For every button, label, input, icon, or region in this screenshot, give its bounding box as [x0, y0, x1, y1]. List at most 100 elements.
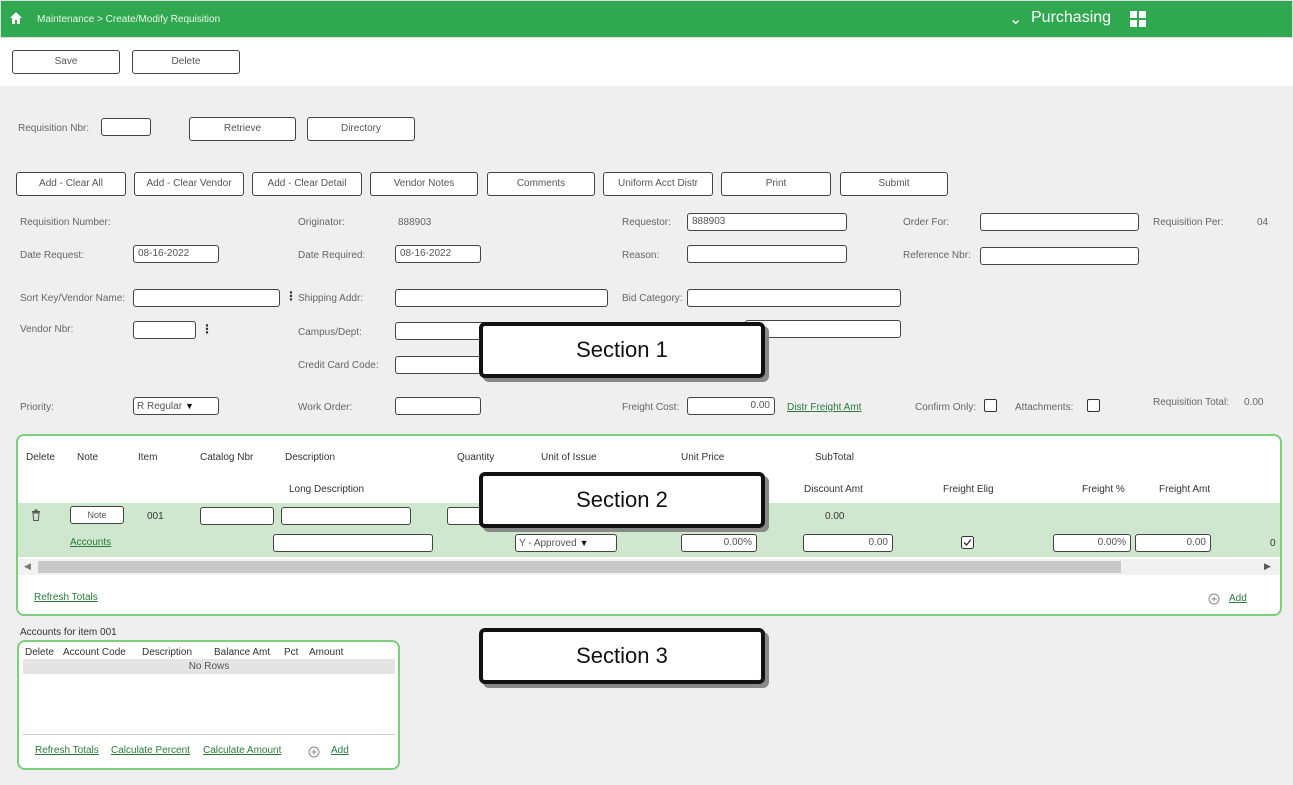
requisition-per-label: Requisition Per: — [1153, 217, 1224, 228]
requisition-per-value: 04 — [1257, 217, 1269, 228]
no-rows-text: No Rows — [188, 661, 230, 672]
kebab-menu-icon[interactable]: ⋮ — [201, 322, 213, 336]
freight-cost-input[interactable]: 0.00 — [687, 397, 775, 415]
acct-refresh-totals-link[interactable]: Refresh Totals — [35, 745, 99, 756]
acct-add-link[interactable]: Add — [331, 745, 349, 756]
home-icon[interactable] — [9, 11, 23, 25]
extra-field-input[interactable] — [745, 320, 901, 338]
col-unit-of-issue: Unit of Issue — [541, 452, 597, 463]
chevron-down-icon[interactable]: ⌄ — [1009, 9, 1022, 29]
add-clear-all-button[interactable]: Add - Clear All — [16, 172, 126, 196]
module-name[interactable]: Purchasing — [1031, 9, 1111, 27]
acct-col-description: Description — [142, 647, 193, 658]
col-item: Item — [138, 452, 158, 463]
uniform-acct-distr-button[interactable]: Uniform Acct Distr — [603, 172, 713, 196]
approval-select[interactable]: Y - Approved ▼ — [515, 534, 617, 552]
col-note: Note — [77, 452, 99, 463]
add-clear-detail-button[interactable]: Add - Clear Detail — [252, 172, 362, 196]
originator-label: Originator: — [298, 217, 345, 228]
approval-select-value: Y - Approved — [519, 538, 577, 549]
acct-col-pct: Pct — [284, 647, 299, 658]
date-required-input[interactable]: 08-16-2022 — [395, 245, 481, 263]
horizontal-scrollbar[interactable]: ◀ ▶ — [18, 559, 1280, 575]
save-button[interactable]: Save — [12, 50, 120, 74]
freight-amt-input[interactable]: 0.00 — [1135, 534, 1211, 552]
section-3-callout: Section 3 — [479, 628, 765, 684]
toolbar: Save Delete — [0, 38, 1293, 86]
delete-button[interactable]: Delete — [132, 50, 240, 74]
order-for-input[interactable] — [980, 213, 1139, 231]
kebab-menu-icon[interactable]: ⋮ — [285, 289, 297, 303]
accounts-link[interactable]: Accounts — [70, 537, 111, 548]
reference-nbr-input[interactable] — [980, 247, 1139, 265]
scroll-right-icon[interactable]: ▶ — [1264, 561, 1271, 572]
acct-col-balance-amt: Balance Amt — [214, 647, 271, 658]
acct-col-delete: Delete — [25, 647, 54, 658]
submit-button[interactable]: Submit — [840, 172, 948, 196]
breadcrumb[interactable]: Maintenance > Create/Modify Requisition — [37, 14, 220, 25]
scroll-left-icon[interactable]: ◀ — [24, 561, 31, 572]
print-button[interactable]: Print — [721, 172, 831, 196]
refresh-totals-link[interactable]: Refresh Totals — [34, 592, 98, 603]
col-subtotal: SubTotal — [815, 452, 854, 463]
add-clear-vendor-button[interactable]: Add - Clear Vendor — [134, 172, 244, 196]
main-content: Requisition Nbr: Retrieve Directory Add … — [0, 86, 1293, 785]
shipping-addr-input[interactable] — [395, 289, 608, 307]
col-freight-elig: Freight Elig — [943, 484, 994, 495]
requisition-nbr-label: Requisition Nbr: — [18, 123, 90, 134]
confirm-only-checkbox[interactable] — [984, 399, 997, 412]
calculate-amount-link[interactable]: Calculate Amount — [203, 745, 281, 756]
col-long-description: Long Description — [289, 484, 365, 495]
description-input[interactable] — [281, 507, 411, 525]
col-discount-amt: Discount Amt — [804, 484, 863, 495]
discount-amt-input[interactable]: 0.00 — [803, 534, 893, 552]
distr-freight-amt-link[interactable]: Distr Freight Amt — [787, 402, 861, 413]
sort-key-vendor-name-label: Sort Key/Vendor Name: — [20, 293, 126, 304]
comments-button[interactable]: Comments — [487, 172, 595, 196]
date-request-label: Date Request: — [20, 250, 84, 261]
col-catalog-nbr: Catalog Nbr — [200, 452, 254, 463]
requisition-nbr-input[interactable] — [101, 118, 151, 136]
section-2-callout: Section 2 — [479, 472, 765, 528]
priority-select-value: R Regular — [137, 401, 183, 412]
top-navigation-bar: Maintenance > Create/Modify Requisition … — [0, 0, 1293, 38]
priority-select[interactable]: R Regular ▼ — [133, 397, 219, 415]
acct-col-account-code: Account Code — [63, 647, 126, 658]
vendor-nbr-input[interactable] — [133, 321, 196, 339]
work-order-input[interactable] — [395, 397, 481, 415]
shipping-addr-label: Shipping Addr: — [298, 293, 364, 304]
freight-pct-input[interactable]: 0.00% — [1053, 534, 1131, 552]
reference-nbr-label: Reference Nbr: — [903, 250, 971, 261]
credit-card-code-label: Credit Card Code: — [298, 360, 379, 371]
requestor-input[interactable]: 888903 — [687, 213, 847, 231]
date-required-label: Date Required: — [298, 250, 366, 261]
note-button[interactable]: Note — [70, 506, 124, 524]
long-description-input[interactable] — [273, 534, 433, 552]
item-number: 001 — [147, 511, 164, 522]
bid-category-input[interactable] — [687, 289, 901, 307]
retrieve-button[interactable]: Retrieve — [189, 117, 296, 141]
attachments-checkbox[interactable] — [1087, 399, 1100, 412]
col-unit-price: Unit Price — [681, 452, 725, 463]
pct-input[interactable]: 0.00% — [681, 534, 757, 552]
sort-key-vendor-name-input[interactable] — [133, 289, 280, 307]
vendor-notes-button[interactable]: Vendor Notes — [370, 172, 478, 196]
directory-button[interactable]: Directory — [307, 117, 415, 141]
scrollbar-thumb[interactable] — [38, 561, 1121, 573]
requestor-label: Requestor: — [622, 217, 671, 228]
catalog-nbr-input[interactable] — [200, 507, 274, 525]
freight-cost-label: Freight Cost: — [622, 402, 680, 413]
checkbox-checked-icon[interactable] — [961, 536, 974, 549]
grid-icon[interactable] — [1130, 11, 1146, 27]
calculate-percent-link[interactable]: Calculate Percent — [111, 745, 190, 756]
accounts-panel: Delete Account Code Description Balance … — [17, 640, 400, 770]
reason-input[interactable] — [687, 245, 847, 263]
add-item-link[interactable]: Add — [1229, 593, 1247, 604]
date-request-input[interactable]: 08-16-2022 — [133, 245, 219, 263]
trash-icon[interactable] — [31, 509, 41, 521]
dropdown-arrow-icon: ▼ — [579, 538, 589, 548]
requisition-number-label: Requisition Number: — [20, 217, 111, 228]
no-rows-row: No Rows — [23, 659, 395, 674]
add-circle-icon[interactable] — [1208, 593, 1220, 605]
add-circle-icon[interactable] — [308, 746, 320, 758]
